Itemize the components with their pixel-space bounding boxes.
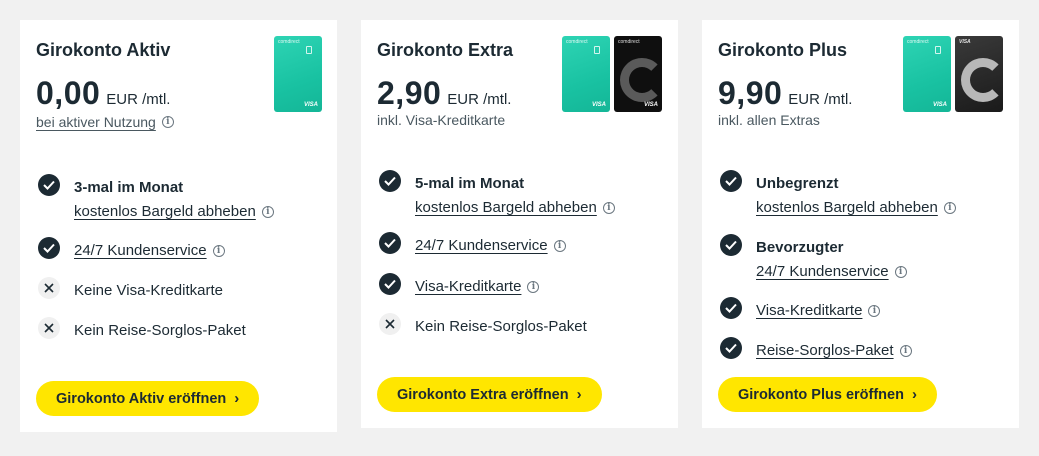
plan-card-aktiv: Girokonto Aktiv 0,00 EUR /mtl. bei aktiv… — [20, 20, 337, 432]
card-chip-icon — [306, 46, 312, 54]
plan-price: 2,90 — [377, 75, 442, 111]
feature-link[interactable]: kostenlos Bargeld abheben — [415, 196, 597, 220]
info-icon[interactable]: i — [527, 281, 540, 293]
info-icon[interactable]: i — [602, 202, 615, 214]
info-icon[interactable]: i — [161, 116, 174, 128]
feature-link[interactable]: Reise-Sorglos-Paket — [756, 339, 894, 363]
price-note: inkl. Visa-Kreditkarte — [377, 112, 505, 128]
price-note-text[interactable]: bei aktiver Nutzung — [36, 114, 156, 130]
check-icon — [379, 273, 401, 295]
card-brand: comdirect — [618, 39, 640, 45]
green-debit-card-image: comdirect VISA — [562, 36, 610, 112]
feature-item: Bevorzugter 24/7 Kundenservice i — [720, 234, 907, 284]
price-note-text: inkl. allen Extras — [718, 112, 820, 128]
feature-item: Keine Visa-Kreditkarte — [38, 277, 223, 303]
feature-item: 5-mal im Monat kostenlos Bargeld abheben… — [379, 170, 615, 220]
plan-title: Girokonto Aktiv — [36, 40, 171, 60]
info-icon[interactable]: i — [261, 206, 274, 218]
feature-item: Visa-Kreditkarte i — [379, 273, 540, 299]
price-row: 0,00 EUR /mtl. — [36, 75, 170, 112]
check-icon — [38, 237, 60, 259]
check-icon — [720, 234, 742, 256]
cross-icon — [379, 313, 401, 335]
plan-price: 9,90 — [718, 75, 783, 111]
visa-logo: VISA — [303, 102, 318, 108]
feature-item: Kein Reise-Sorglos-Paket — [379, 313, 587, 339]
price-unit: EUR /mtl. — [788, 91, 853, 108]
green-debit-card-image: comdirect VISA — [903, 36, 951, 112]
info-icon[interactable]: i — [212, 245, 225, 257]
feature-bold: Bevorzugter — [756, 239, 844, 256]
cta-label: Girokonto Extra eröffnen — [397, 386, 569, 403]
price-unit: EUR /mtl. — [106, 91, 171, 108]
plan-card-plus: Girokonto Plus 9,90 EUR /mtl. inkl. alle… — [702, 20, 1019, 428]
feature-item: Reise-Sorglos-Paket i — [720, 337, 912, 363]
feature-item: Unbegrenzt kostenlos Bargeld abheben i — [720, 170, 956, 220]
check-icon — [720, 170, 742, 192]
feature-bold: 5-mal im Monat — [415, 175, 525, 192]
cross-icon — [38, 277, 60, 299]
feature-text: Kein Reise-Sorglos-Paket — [74, 322, 246, 339]
info-icon[interactable]: i — [943, 202, 956, 214]
feature-link[interactable]: kostenlos Bargeld abheben — [74, 200, 256, 224]
visa-logo: VISA — [643, 102, 658, 108]
premium-credit-card-image: VISA — [955, 36, 1003, 112]
price-note-text: inkl. Visa-Kreditkarte — [377, 112, 506, 128]
visa-logo: VISA — [959, 39, 971, 45]
plan-title: Girokonto Plus — [718, 40, 848, 60]
feature-bold: 3-mal im Monat — [74, 179, 184, 196]
plan-card-extra: Girokonto Extra 2,90 EUR /mtl. inkl. Vis… — [361, 20, 678, 428]
cta-label: Girokonto Plus eröffnen — [738, 386, 904, 403]
feature-link[interactable]: kostenlos Bargeld abheben — [756, 196, 938, 220]
feature-link[interactable]: 24/7 Kundenservice — [74, 239, 207, 263]
card-ring-graphic — [620, 58, 662, 102]
feature-text: Keine Visa-Kreditkarte — [74, 282, 223, 299]
green-debit-card-image: comdirect VISA — [274, 36, 322, 112]
feature-text: Kein Reise-Sorglos-Paket — [415, 318, 587, 335]
cross-icon — [38, 317, 60, 339]
feature-item: 3-mal im Monat kostenlos Bargeld abheben… — [38, 174, 274, 224]
info-icon[interactable]: i — [553, 240, 566, 252]
check-icon — [379, 170, 401, 192]
chevron-right-icon: › — [911, 386, 917, 403]
card-chip-icon — [935, 46, 941, 54]
feature-item: Kein Reise-Sorglos-Paket — [38, 317, 246, 343]
visa-logo: VISA — [591, 102, 606, 108]
open-aktiv-button[interactable]: Girokonto Aktiv eröffnen › — [36, 381, 260, 416]
feature-link[interactable]: 24/7 Kundenservice — [756, 260, 889, 284]
info-icon[interactable]: i — [894, 266, 907, 278]
open-extra-button[interactable]: Girokonto Extra eröffnen › — [377, 377, 602, 412]
card-brand: comdirect — [278, 39, 300, 45]
card-chip-icon — [594, 46, 600, 54]
chevron-right-icon: › — [576, 386, 582, 403]
price-unit: EUR /mtl. — [447, 91, 512, 108]
plan-title: Girokonto Extra — [377, 40, 514, 60]
price-row: 2,90 EUR /mtl. — [377, 75, 511, 112]
check-icon — [38, 174, 60, 196]
feature-item: 24/7 Kundenservice i — [38, 237, 225, 263]
visa-logo: VISA — [932, 102, 947, 108]
feature-link[interactable]: Visa-Kreditkarte — [415, 275, 521, 299]
chevron-right-icon: › — [234, 390, 240, 407]
price-note: inkl. allen Extras — [718, 112, 820, 128]
feature-item: Visa-Kreditkarte i — [720, 297, 881, 323]
card-brand: comdirect — [907, 39, 929, 45]
feature-bold: Unbegrenzt — [756, 175, 839, 192]
feature-link[interactable]: 24/7 Kundenservice — [415, 234, 548, 258]
card-brand: comdirect — [566, 39, 588, 45]
check-icon — [379, 232, 401, 254]
plan-price: 0,00 — [36, 75, 101, 111]
info-icon[interactable]: i — [868, 305, 881, 317]
check-icon — [720, 297, 742, 319]
price-row: 9,90 EUR /mtl. — [718, 75, 852, 112]
cta-label: Girokonto Aktiv eröffnen — [56, 390, 227, 407]
card-ring-graphic — [961, 58, 1003, 102]
check-icon — [720, 337, 742, 359]
info-icon[interactable]: i — [899, 345, 912, 357]
black-credit-card-image: comdirect VISA — [614, 36, 662, 112]
price-note[interactable]: bei aktiver Nutzung i — [36, 114, 174, 130]
feature-item: 24/7 Kundenservice i — [379, 232, 566, 258]
feature-link[interactable]: Visa-Kreditkarte — [756, 299, 862, 323]
open-plus-button[interactable]: Girokonto Plus eröffnen › — [718, 377, 937, 412]
